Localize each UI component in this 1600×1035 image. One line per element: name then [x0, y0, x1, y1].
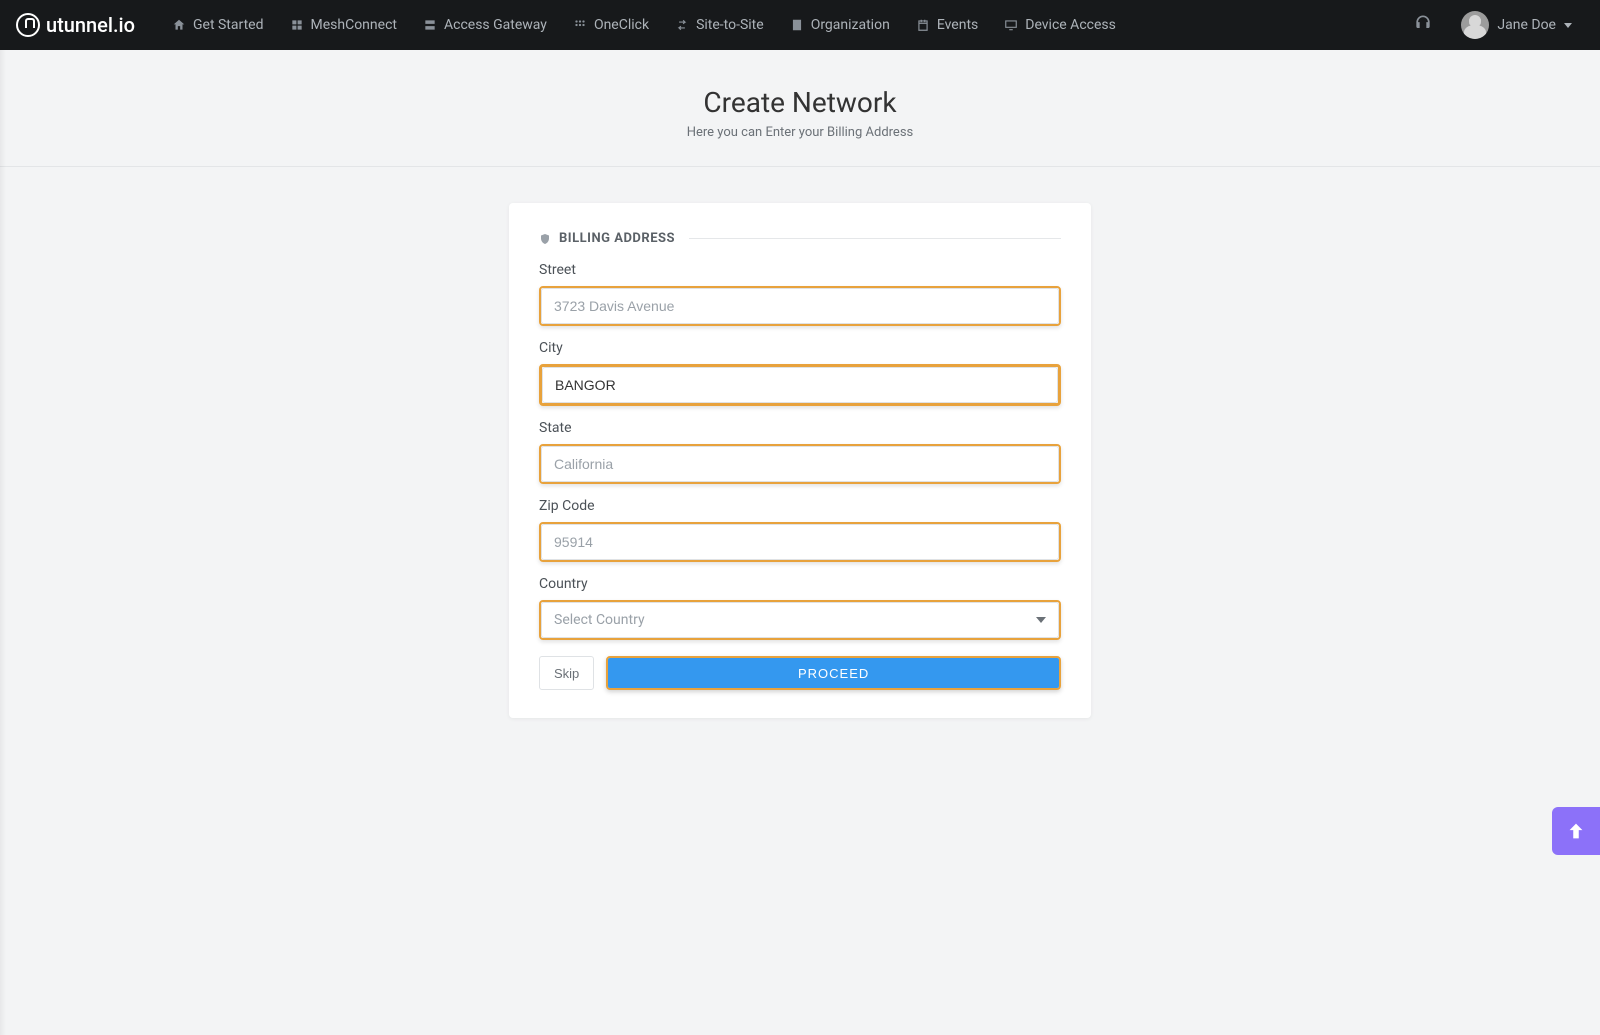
- building-icon: [790, 18, 804, 32]
- calendar-icon: [916, 18, 930, 32]
- proceed-button[interactable]: PROCEED: [608, 658, 1059, 688]
- nav-events[interactable]: Events: [903, 0, 991, 50]
- zip-input[interactable]: [541, 524, 1059, 560]
- skip-button[interactable]: Skip: [539, 656, 594, 690]
- apps-icon: [573, 18, 587, 32]
- support-button[interactable]: [1397, 13, 1449, 37]
- nav-label: Organization: [811, 17, 890, 33]
- arrow-up-icon: [1565, 820, 1587, 842]
- nav-label: Site-to-Site: [696, 17, 764, 33]
- section-title: BILLING ADDRESS: [559, 231, 675, 246]
- nav-site-to-site[interactable]: Site-to-Site: [662, 0, 777, 50]
- home-icon: [172, 18, 186, 32]
- form-actions: Skip PROCEED: [539, 656, 1061, 690]
- city-highlight: [539, 364, 1061, 406]
- brand-logo[interactable]: utunnel.io: [16, 13, 135, 37]
- city-input[interactable]: [542, 367, 1058, 403]
- nav-get-started[interactable]: Get Started: [159, 0, 277, 50]
- nav-organization[interactable]: Organization: [777, 0, 903, 50]
- main-nav: Get Started MeshConnect Access Gateway O…: [159, 0, 1129, 50]
- section-header: BILLING ADDRESS: [539, 231, 1061, 246]
- zip-highlight: [539, 522, 1061, 562]
- nav-label: Get Started: [193, 17, 264, 33]
- nav-label: OneClick: [594, 17, 649, 33]
- brand-name: utunnel.io: [46, 13, 135, 37]
- state-highlight: [539, 444, 1061, 484]
- headset-icon: [1413, 13, 1433, 33]
- proceed-highlight: PROCEED: [606, 656, 1061, 690]
- topbar: utunnel.io Get Started MeshConnect Acces…: [0, 0, 1600, 50]
- mesh-icon: [290, 18, 304, 32]
- street-highlight: [539, 286, 1061, 326]
- country-label: Country: [539, 576, 1061, 592]
- nav-label: Access Gateway: [444, 17, 547, 33]
- country-select[interactable]: Select Country: [541, 602, 1059, 638]
- page-title: Create Network: [0, 86, 1600, 119]
- nav-device-access[interactable]: Device Access: [991, 0, 1129, 50]
- country-highlight: Select Country: [539, 600, 1061, 640]
- billing-card: BILLING ADDRESS Street City State Zip Co…: [509, 203, 1091, 718]
- page-subtitle: Here you can Enter your Billing Address: [0, 125, 1600, 140]
- avatar: [1461, 11, 1489, 39]
- user-name: Jane Doe: [1497, 17, 1556, 33]
- state-label: State: [539, 420, 1061, 436]
- page-header: Create Network Here you can Enter your B…: [0, 50, 1600, 167]
- user-menu[interactable]: Jane Doe: [1449, 11, 1584, 39]
- nav-oneclick[interactable]: OneClick: [560, 0, 662, 50]
- nav-access-gateway[interactable]: Access Gateway: [410, 0, 560, 50]
- nav-meshconnect[interactable]: MeshConnect: [277, 0, 410, 50]
- street-input[interactable]: [541, 288, 1059, 324]
- state-input[interactable]: [541, 446, 1059, 482]
- server-icon: [423, 18, 437, 32]
- chevron-down-icon: [1036, 617, 1046, 623]
- chevron-down-icon: [1564, 23, 1572, 28]
- nav-label: MeshConnect: [311, 17, 397, 33]
- street-label: Street: [539, 262, 1061, 278]
- logo-icon: [16, 13, 40, 37]
- zip-label: Zip Code: [539, 498, 1061, 514]
- nav-label: Device Access: [1025, 17, 1116, 33]
- section-divider: [689, 238, 1061, 239]
- nav-label: Events: [937, 17, 978, 33]
- scroll-top-button[interactable]: [1552, 807, 1600, 855]
- country-value: Select Country: [554, 612, 645, 628]
- shield-icon: [539, 232, 551, 246]
- monitor-icon: [1004, 18, 1018, 32]
- sitetosite-icon: [675, 18, 689, 32]
- city-label: City: [539, 340, 1061, 356]
- left-shadow: [0, 50, 6, 1035]
